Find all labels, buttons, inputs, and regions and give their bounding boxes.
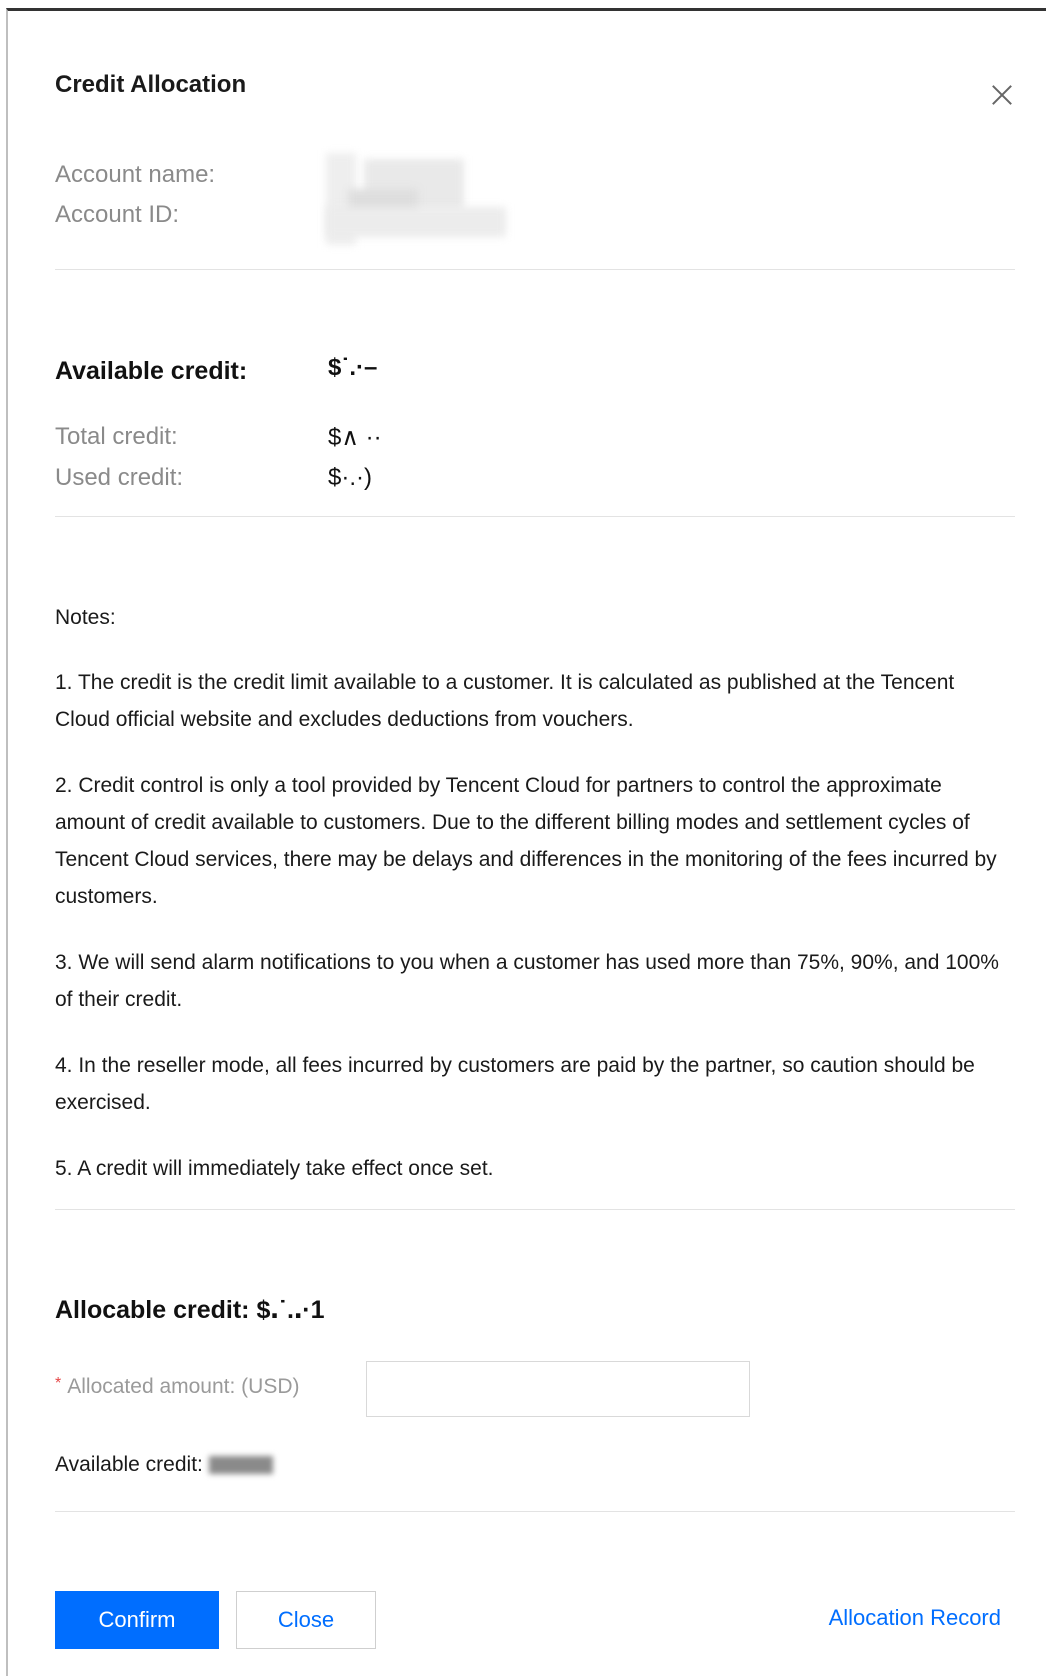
account-name-label: Account name: bbox=[55, 161, 216, 188]
note-item: 5. A credit will immediately take effect… bbox=[55, 1157, 494, 1180]
allocated-amount-input[interactable] bbox=[366, 1361, 750, 1417]
divider bbox=[55, 516, 1015, 517]
account-id-label: Account ID: bbox=[55, 201, 180, 228]
note-item: 4. In the reseller mode, all fees incurr… bbox=[55, 1054, 975, 1114]
allocated-amount-label: * Allocated amount: (USD) bbox=[55, 1375, 300, 1399]
note-item: 2. Credit control is only a tool provide… bbox=[55, 774, 997, 908]
available-credit-label: Available credit: bbox=[55, 357, 248, 385]
allocable-credit-value: $․˙.․·1 bbox=[256, 1296, 325, 1324]
confirm-button[interactable]: Confirm bbox=[55, 1591, 219, 1649]
close-icon[interactable] bbox=[988, 81, 1016, 109]
allocation-record-link[interactable]: Allocation Record bbox=[829, 1605, 1001, 1631]
available-credit-value: $˙.·– bbox=[328, 354, 378, 381]
total-credit-value: $∧ ·· bbox=[328, 424, 382, 451]
total-credit-label: Total credit: bbox=[55, 423, 178, 450]
notes-section: Notes: 1. The credit is the credit limit… bbox=[55, 599, 1005, 1216]
note-item: 3. We will send alarm notifications to y… bbox=[55, 951, 999, 1011]
allocated-amount-label-text: Allocated amount: (USD) bbox=[67, 1375, 300, 1398]
available-credit-after: Available credit: bbox=[55, 1453, 273, 1477]
divider bbox=[55, 1511, 1015, 1512]
redacted-value bbox=[208, 1456, 273, 1475]
divider bbox=[55, 269, 1015, 270]
close-button[interactable]: Close bbox=[236, 1591, 376, 1649]
used-credit-value: $·.·) bbox=[328, 464, 372, 491]
note-item: 1. The credit is the credit limit availa… bbox=[55, 671, 955, 731]
used-credit-label: Used credit: bbox=[55, 464, 184, 491]
credit-allocation-dialog: Credit Allocation Account name: Account … bbox=[6, 8, 1046, 1676]
notes-heading: Notes: bbox=[55, 606, 116, 629]
available-credit-after-label: Available credit: bbox=[55, 1453, 203, 1476]
allocable-credit: Allocable credit: $․˙.․·1 bbox=[55, 1295, 325, 1325]
dialog-title: Credit Allocation bbox=[55, 71, 247, 98]
divider bbox=[55, 1209, 1015, 1210]
allocable-credit-label: Allocable credit: bbox=[55, 1296, 250, 1324]
required-mark: * bbox=[55, 1375, 62, 1392]
